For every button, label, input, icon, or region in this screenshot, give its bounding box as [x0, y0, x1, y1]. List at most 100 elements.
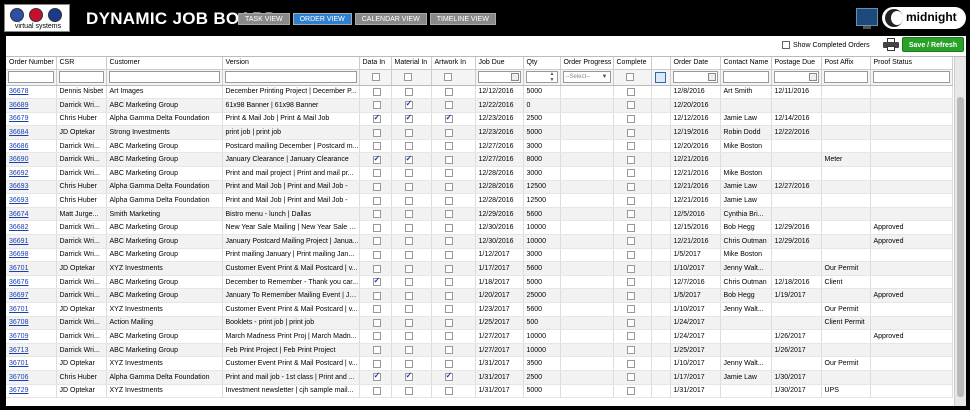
row-checkbox[interactable] — [444, 346, 453, 355]
order-number-link[interactable]: 36708 — [6, 316, 57, 331]
order-number-link[interactable]: 36698 — [6, 248, 57, 263]
row-checkbox[interactable] — [404, 169, 413, 178]
spinner-icon[interactable] — [550, 69, 556, 85]
table-row[interactable]: 36697 Darrick Wri... ABC Marketing Group Ja… — [6, 288, 953, 303]
table-row[interactable]: 36709 Darrick Wri... ABC Marketing Group Ma… — [6, 329, 953, 344]
column-header[interactable]: CSR — [56, 57, 107, 70]
table-row[interactable]: 36692 Darrick Wri... ABC Marketing Group Pr… — [6, 166, 953, 181]
row-checkbox[interactable] — [372, 318, 381, 327]
column-header[interactable]: Job Due — [475, 57, 524, 70]
row-checkbox[interactable] — [626, 223, 635, 232]
row-checkbox[interactable] — [444, 332, 453, 341]
show-completed-checkbox[interactable] — [782, 41, 790, 49]
row-checkbox[interactable] — [372, 196, 381, 205]
row-checkbox[interactable] — [404, 305, 413, 314]
row-checkbox[interactable] — [626, 332, 635, 341]
row-checkbox[interactable] — [444, 155, 453, 164]
row-checkbox[interactable] — [626, 373, 635, 382]
order-number-link[interactable]: 36678 — [6, 85, 57, 100]
row-checkbox[interactable] — [372, 332, 381, 341]
row-checkbox[interactable] — [404, 346, 413, 355]
table-row[interactable]: 36682 Darrick Wri... ABC Marketing Group Ne… — [6, 220, 953, 236]
row-checkbox[interactable] — [444, 291, 453, 300]
column-header[interactable]: Data In — [359, 57, 392, 70]
row-checkbox[interactable] — [444, 305, 453, 314]
row-checkbox[interactable] — [444, 359, 453, 368]
row-checkbox[interactable] — [404, 128, 413, 137]
row-checkbox[interactable] — [372, 210, 381, 219]
filter-input[interactable] — [672, 71, 718, 83]
tab-timeline-view[interactable]: TIMELINE VIEW — [429, 13, 496, 25]
tab-order-view[interactable]: ORDER VIEW — [292, 13, 352, 25]
row-checkbox[interactable] — [372, 154, 381, 164]
row-checkbox[interactable] — [404, 264, 413, 273]
table-row[interactable]: 36676 Darrick Wri... ABC Marketing Group De… — [6, 275, 953, 290]
calendar-icon[interactable] — [510, 73, 519, 81]
filter-input[interactable] — [773, 71, 819, 83]
row-checkbox[interactable] — [372, 386, 381, 395]
table-row[interactable]: 36684 JD Optekar Strong Investments print j… — [6, 125, 953, 140]
row-checkbox[interactable] — [404, 154, 413, 164]
filter-input[interactable] — [722, 71, 769, 83]
row-checkbox[interactable] — [444, 128, 453, 137]
row-checkbox[interactable] — [626, 386, 635, 395]
column-header[interactable]: Postage Due — [771, 57, 822, 70]
row-checkbox[interactable] — [404, 291, 413, 300]
row-checkbox[interactable] — [444, 142, 453, 151]
table-row[interactable]: 36708 Darrick Wri... Action Mailing Booklet… — [6, 316, 953, 331]
table-row[interactable]: 36729 JD Optekar XYZ Investments Investment… — [6, 384, 953, 399]
row-checkbox[interactable] — [404, 278, 413, 287]
row-checkbox[interactable] — [626, 182, 635, 191]
row-checkbox[interactable] — [444, 386, 453, 395]
row-checkbox[interactable] — [372, 250, 381, 259]
row-checkbox[interactable] — [444, 113, 453, 123]
order-number-link[interactable]: 36693 — [6, 180, 57, 195]
row-checkbox[interactable] — [626, 291, 635, 300]
order-number-link[interactable]: 36729 — [6, 384, 57, 399]
column-header[interactable]: Material In — [391, 57, 432, 70]
row-checkbox[interactable] — [372, 142, 381, 151]
filter-input[interactable] — [108, 71, 220, 83]
row-checkbox[interactable] — [372, 276, 381, 287]
table-row[interactable]: 36674 Matt Jurge... Smith Marketing Bistro … — [6, 207, 953, 222]
row-checkbox[interactable] — [372, 371, 381, 382]
table-row[interactable]: 36691 Darrick Wri... ABC Marketing Group Ja… — [6, 234, 953, 249]
calendar-icon[interactable] — [808, 73, 817, 81]
vertical-scrollbar[interactable] — [954, 57, 966, 406]
table-row[interactable]: 36693 Chris Huber Alpha Gamma Delta Founda… — [6, 193, 953, 208]
filter-input[interactable] — [525, 69, 558, 85]
chevron-down-icon[interactable]: ▼ — [602, 72, 608, 82]
table-row[interactable]: 36701 JD Optekar XYZ Investments Customer E… — [6, 261, 953, 276]
export-excel-icon[interactable] — [655, 71, 666, 83]
column-header[interactable]: Contact Name — [720, 57, 772, 70]
show-completed-toggle[interactable]: Show Completed Orders — [782, 41, 870, 49]
row-checkbox[interactable] — [372, 101, 381, 110]
table-row[interactable]: 36698 Darrick Wri... ABC Marketing Group Pr… — [6, 248, 953, 263]
row-checkbox[interactable] — [444, 237, 453, 246]
order-progress-select[interactable]: --Select-- — [566, 74, 591, 80]
filter-input[interactable] — [872, 71, 950, 83]
row-checkbox[interactable] — [404, 87, 413, 96]
row-checkbox[interactable] — [626, 155, 635, 164]
filter-checkbox[interactable] — [403, 73, 412, 81]
row-checkbox[interactable] — [626, 87, 635, 96]
monitor-icon[interactable] — [856, 8, 878, 29]
row-checkbox[interactable] — [626, 264, 635, 273]
row-checkbox[interactable] — [372, 305, 381, 314]
column-header[interactable] — [651, 57, 671, 70]
row-checkbox[interactable] — [626, 196, 635, 205]
row-checkbox[interactable] — [404, 250, 413, 259]
row-checkbox[interactable] — [372, 87, 381, 96]
table-row[interactable]: 36689 Darrick Wri... ABC Marketing Group 61… — [6, 98, 953, 113]
row-checkbox[interactable] — [404, 142, 413, 151]
order-number-link[interactable]: 36701 — [6, 356, 57, 371]
row-checkbox[interactable] — [626, 101, 635, 110]
order-number-link[interactable]: 36674 — [6, 207, 57, 222]
order-number-link[interactable]: 36686 — [6, 139, 57, 154]
filter-input[interactable] — [477, 71, 521, 83]
table-row[interactable]: 36706 Chris Huber Alpha Gamma Delta Founda… — [6, 370, 953, 385]
order-number-link[interactable]: 36691 — [6, 234, 57, 249]
order-number-link[interactable]: 36692 — [6, 166, 57, 181]
order-number-link[interactable]: 36682 — [6, 220, 57, 236]
row-checkbox[interactable] — [444, 182, 453, 191]
